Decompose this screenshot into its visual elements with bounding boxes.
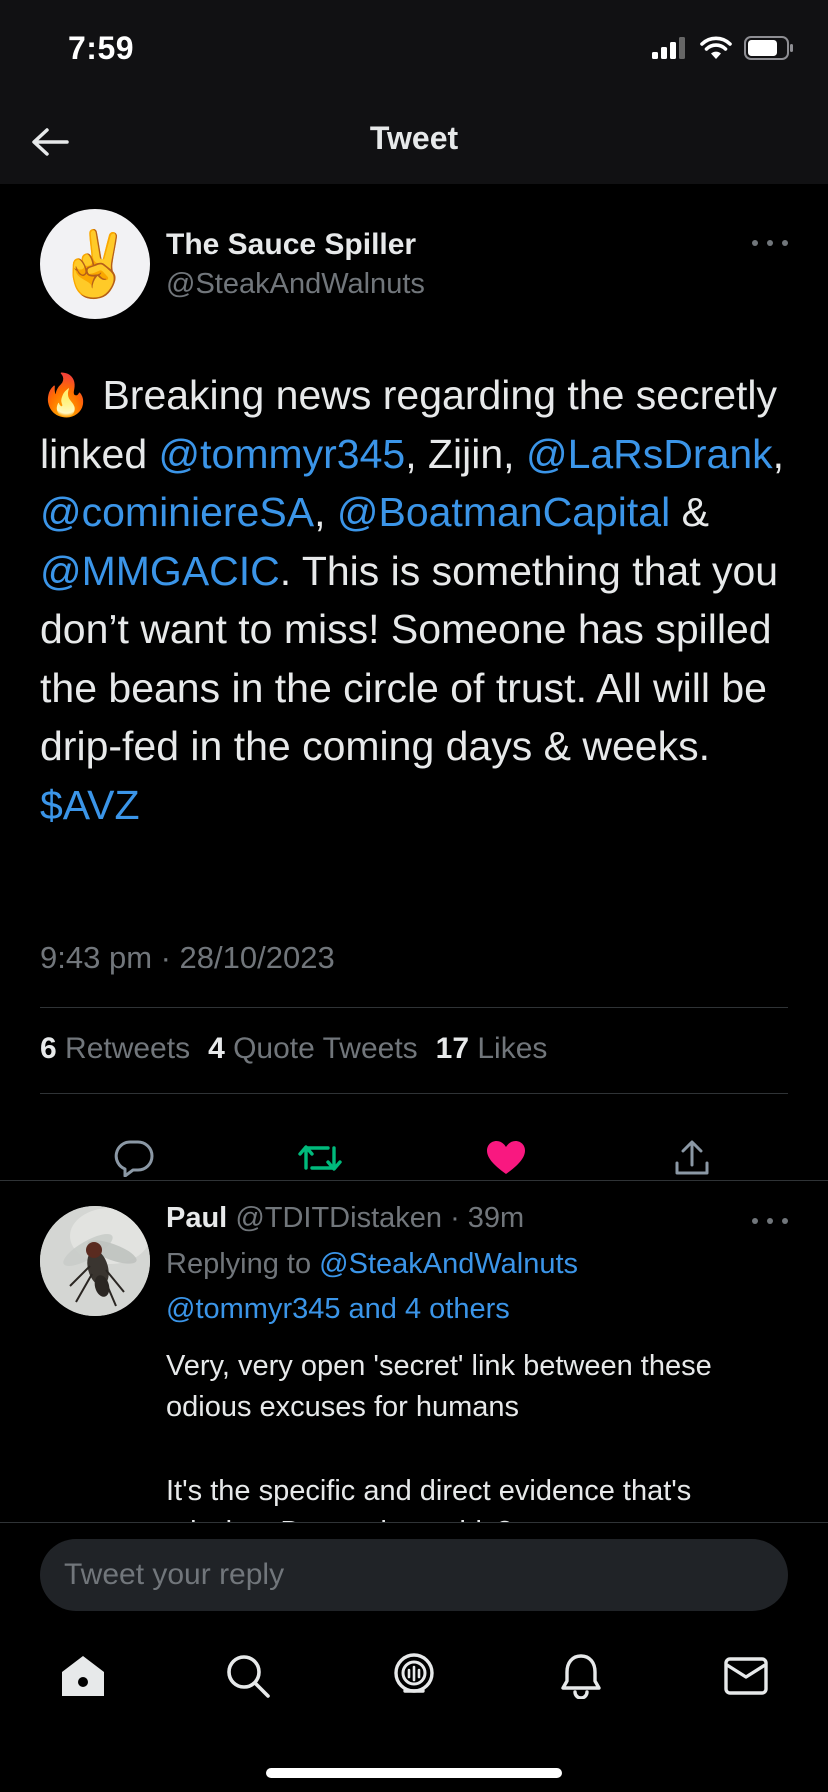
tab-notifications[interactable] — [553, 1648, 609, 1704]
status-icons — [652, 36, 794, 60]
fly-photo-icon — [40, 1206, 150, 1316]
tweet-text-segment: & — [670, 489, 709, 535]
reply-more-options-button[interactable] — [752, 1214, 788, 1228]
wifi-icon — [700, 36, 732, 59]
likes-stat[interactable]: 17 Likes — [436, 1032, 548, 1066]
like-button[interactable] — [484, 1136, 528, 1180]
mention-link[interactable]: @MMGACIC — [40, 548, 280, 594]
retweets-label: Retweets — [56, 1032, 191, 1065]
divider — [0, 1180, 828, 1181]
replying-to-label: Replying to — [166, 1248, 320, 1280]
bottom-bar — [0, 1522, 828, 1792]
reply-text-clipped: missing. Do you have this? — [166, 1512, 796, 1522]
divider — [40, 1007, 788, 1008]
retweet-button[interactable] — [298, 1136, 342, 1180]
divider — [0, 1522, 828, 1523]
tab-home[interactable] — [55, 1648, 111, 1704]
tweet-text: 🔥 Breaking news regarding the secretly l… — [40, 366, 800, 834]
reply-time: · 39m — [442, 1202, 525, 1234]
tweet-actions — [0, 1116, 828, 1196]
retweets-stat[interactable]: 6 Retweets — [40, 1032, 190, 1066]
more-icon-dot — [782, 240, 788, 246]
tweet-text-segment: , Zijin, — [405, 430, 526, 477]
reply-text: Very, very open 'secret' link between th… — [166, 1350, 712, 1423]
quote-tweets-stat[interactable]: 4 Quote Tweets — [208, 1032, 418, 1066]
retweets-count: 6 — [40, 1032, 57, 1065]
author-name[interactable]: The Sauce Spiller — [166, 228, 416, 262]
home-icon — [62, 1656, 104, 1696]
fire-emoji: 🔥 — [40, 372, 92, 418]
divider — [40, 1093, 788, 1094]
search-icon — [227, 1655, 270, 1698]
author-avatar[interactable]: ✌️ — [40, 209, 150, 319]
more-icon-dot — [767, 240, 773, 246]
spaces-icon — [394, 1653, 434, 1693]
reply-author-name[interactable]: Paul — [166, 1202, 227, 1234]
reply-header: Paul @TDITDistaken · 39m — [166, 1202, 524, 1235]
share-icon — [675, 1140, 709, 1175]
home-indicator[interactable] — [266, 1768, 562, 1778]
more-icon-dot — [782, 1218, 788, 1224]
reply-compose[interactable] — [40, 1539, 788, 1611]
quote-tweets-count: 4 — [208, 1032, 225, 1065]
mention-link[interactable]: @BoatmanCapital — [337, 489, 670, 535]
reply-author-handle[interactable]: @TDITDistaken — [235, 1202, 442, 1234]
status-time: 7:59 — [68, 30, 135, 66]
tweet-text-segment: , — [314, 489, 337, 535]
page-title: Tweet — [369, 120, 459, 156]
mention-link[interactable]: @LaRsDrank — [526, 431, 773, 477]
replying-to-more-link[interactable]: @tommyr345 and 4 others — [166, 1293, 510, 1326]
top-nav: Tweet — [0, 100, 828, 184]
likes-label: Likes — [469, 1032, 548, 1065]
cashtag-link[interactable]: $AVZ — [40, 782, 140, 828]
retweet-icon — [298, 1145, 342, 1171]
share-button[interactable] — [670, 1136, 714, 1180]
author-handle[interactable]: @SteakAndWalnuts — [166, 268, 425, 301]
replying-to-handle-link[interactable]: @SteakAndWalnuts — [319, 1248, 578, 1280]
likes-count: 17 — [435, 1032, 470, 1065]
tab-spaces[interactable] — [386, 1648, 442, 1704]
tab-messages[interactable] — [718, 1648, 774, 1704]
reply-button[interactable] — [112, 1136, 156, 1180]
more-icon-dot — [752, 240, 758, 246]
status-bar: 7:59 — [0, 0, 828, 100]
more-icon-dot — [752, 1218, 758, 1224]
mention-link[interactable]: @cominiereSA — [40, 489, 314, 535]
reply-text: It's the specific and direct evidence th… — [166, 1475, 692, 1507]
notifications-icon — [561, 1654, 601, 1699]
quote-tweets-label: Quote Tweets — [224, 1032, 418, 1065]
replying-to-line: Replying to @SteakAndWalnuts — [166, 1248, 578, 1281]
tab-search[interactable] — [220, 1648, 276, 1704]
reply-icon — [114, 1140, 154, 1177]
heart-filled-icon — [487, 1141, 525, 1174]
tweet-text-segment: , — [772, 430, 785, 477]
tweet-more-options-button[interactable] — [752, 236, 788, 250]
battery-icon — [744, 36, 793, 60]
cellular-signal-icon — [652, 37, 685, 59]
mention-link[interactable]: @tommyr345 — [159, 431, 406, 477]
tweet-stats: 6 Retweets 4 Quote Tweets 17 Likes — [40, 1032, 565, 1066]
tweet-timestamp: 9:43 pm · 28/10/2023 — [40, 940, 335, 975]
more-icon-dot — [767, 1218, 773, 1224]
messages-icon — [724, 1657, 768, 1695]
reply-author-avatar[interactable] — [40, 1206, 150, 1316]
reply-input[interactable] — [40, 1539, 788, 1611]
